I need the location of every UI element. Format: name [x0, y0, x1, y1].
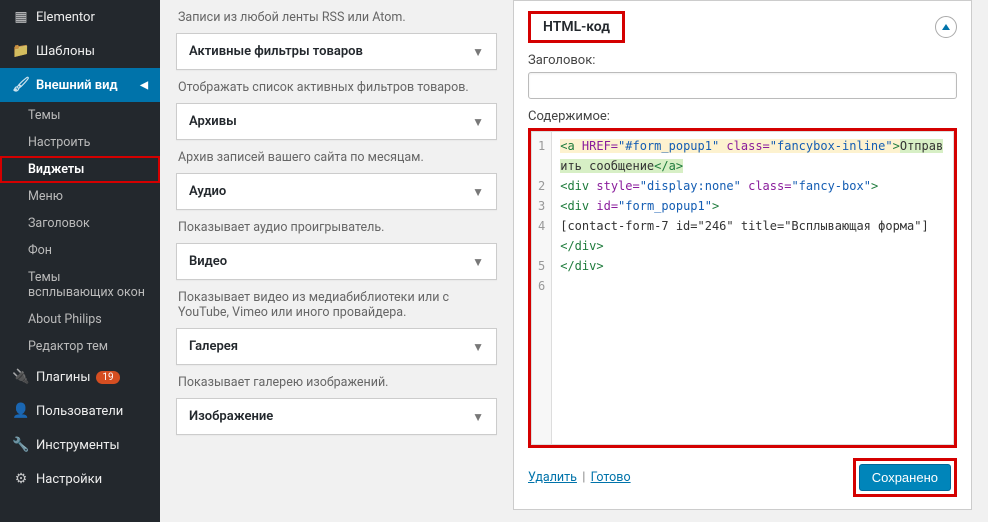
caret-down-icon: ▼ — [472, 410, 484, 424]
caret-down-icon: ▼ — [472, 340, 484, 354]
templates-label: Шаблоны — [36, 44, 95, 59]
widget-hint: Записи из любой ленты RSS или Atom. — [178, 10, 495, 25]
panel-title: HTML-код — [528, 11, 625, 43]
content-label: Содержимое: — [528, 109, 957, 124]
sidebar-sub-popup-themes[interactable]: Темы всплывающих окон — [0, 264, 160, 306]
sidebar-sub-editor[interactable]: Редактор тем — [0, 333, 160, 360]
widget-hint: Показывает аудио проигрыватель. — [178, 220, 495, 235]
sidebar-item-plugins[interactable]: 🔌 Плагины 19 — [0, 360, 160, 394]
done-link[interactable]: Готово — [591, 470, 631, 485]
users-label: Пользователи — [36, 404, 123, 419]
wrench-icon: 🔧 — [12, 437, 30, 453]
widget-settings-panel: HTML-код Заголовок: Содержимое: 1 234 56… — [513, 0, 988, 522]
widget-item-filters[interactable]: Активные фильтры товаров ▼ — [176, 33, 497, 70]
settings-label: Настройки — [36, 472, 102, 487]
sidebar-sub-header[interactable]: Заголовок — [0, 210, 160, 237]
admin-sidebar: ▦ Elementor 📁 Шаблоны 🖌 Внешний вид ◀ Те… — [0, 0, 160, 522]
caret-down-icon: ▼ — [472, 45, 484, 59]
widget-hint: Архив записей вашего сайта по месяцам. — [178, 150, 495, 165]
triangle-up-icon — [941, 22, 951, 32]
sidebar-item-templates[interactable]: 📁 Шаблоны — [0, 34, 160, 68]
content-highlight-box: 1 234 56 <a HREF="#form_popup1" class="f… — [528, 128, 957, 448]
sidebar-item-users[interactable]: 👤 Пользователи — [0, 394, 160, 428]
plug-icon: 🔌 — [12, 369, 30, 385]
code-editor[interactable]: 1 234 56 <a HREF="#form_popup1" class="f… — [531, 131, 954, 445]
save-button[interactable]: Сохранено — [859, 464, 951, 491]
title-input[interactable] — [528, 72, 957, 99]
elementor-icon: ▦ — [12, 9, 30, 25]
sidebar-sub-customize[interactable]: Настроить — [0, 129, 160, 156]
sidebar-sub-about[interactable]: About Philips — [0, 306, 160, 333]
code-content[interactable]: <a HREF="#form_popup1" class="fancybox-i… — [552, 132, 953, 444]
delete-link[interactable]: Удалить — [528, 470, 577, 485]
collapse-button[interactable] — [935, 16, 957, 38]
widget-item-image[interactable]: Изображение ▼ — [176, 398, 497, 435]
caret-down-icon: ▼ — [472, 115, 484, 129]
caret-down-icon: ▼ — [472, 255, 484, 269]
widget-item-archives[interactable]: Архивы ▼ — [176, 103, 497, 140]
sidebar-item-appearance[interactable]: 🖌 Внешний вид ◀ — [0, 68, 160, 102]
plugins-badge: 19 — [96, 371, 119, 384]
main-content: Записи из любой ленты RSS или Atom. Акти… — [160, 0, 988, 522]
widget-item-video[interactable]: Видео ▼ — [176, 243, 497, 280]
widget-hint: Показывает видео из медиабиблиотеки или … — [178, 290, 495, 320]
widget-item-audio[interactable]: Аудио ▼ — [176, 173, 497, 210]
caret-down-icon: ▼ — [472, 185, 484, 199]
elementor-label: Elementor — [36, 10, 95, 25]
widget-hint: Показывает галерею изображений. — [178, 375, 495, 390]
sidebar-sub-themes[interactable]: Темы — [0, 102, 160, 129]
title-label: Заголовок: — [528, 53, 957, 68]
folder-icon: 📁 — [12, 43, 30, 59]
line-gutter: 1 234 56 — [532, 132, 552, 444]
available-widgets-column: Записи из любой ленты RSS или Atom. Акти… — [160, 0, 513, 522]
gear-icon: ⚙ — [12, 471, 30, 487]
brush-icon: 🖌 — [12, 77, 30, 93]
sidebar-item-elementor[interactable]: ▦ Elementor — [0, 0, 160, 34]
sidebar-sub-menus[interactable]: Меню — [0, 183, 160, 210]
panel-footer: Удалить | Готово Сохранено — [528, 458, 957, 497]
chevron-left-icon: ◀ — [140, 80, 148, 91]
widget-hint: Отображать список активных фильтров това… — [178, 80, 495, 95]
widget-item-gallery[interactable]: Галерея ▼ — [176, 328, 497, 365]
sidebar-sub-background[interactable]: Фон — [0, 237, 160, 264]
tools-label: Инструменты — [36, 438, 120, 453]
save-highlight-box: Сохранено — [853, 458, 957, 497]
sidebar-sub-widgets[interactable]: Виджеты — [0, 156, 160, 183]
panel-header: HTML-код — [528, 11, 957, 43]
appearance-label: Внешний вид — [36, 78, 118, 93]
sidebar-item-tools[interactable]: 🔧 Инструменты — [0, 428, 160, 462]
user-icon: 👤 — [12, 403, 30, 419]
plugins-label: Плагины — [36, 370, 90, 385]
sidebar-item-settings[interactable]: ⚙ Настройки — [0, 462, 160, 496]
